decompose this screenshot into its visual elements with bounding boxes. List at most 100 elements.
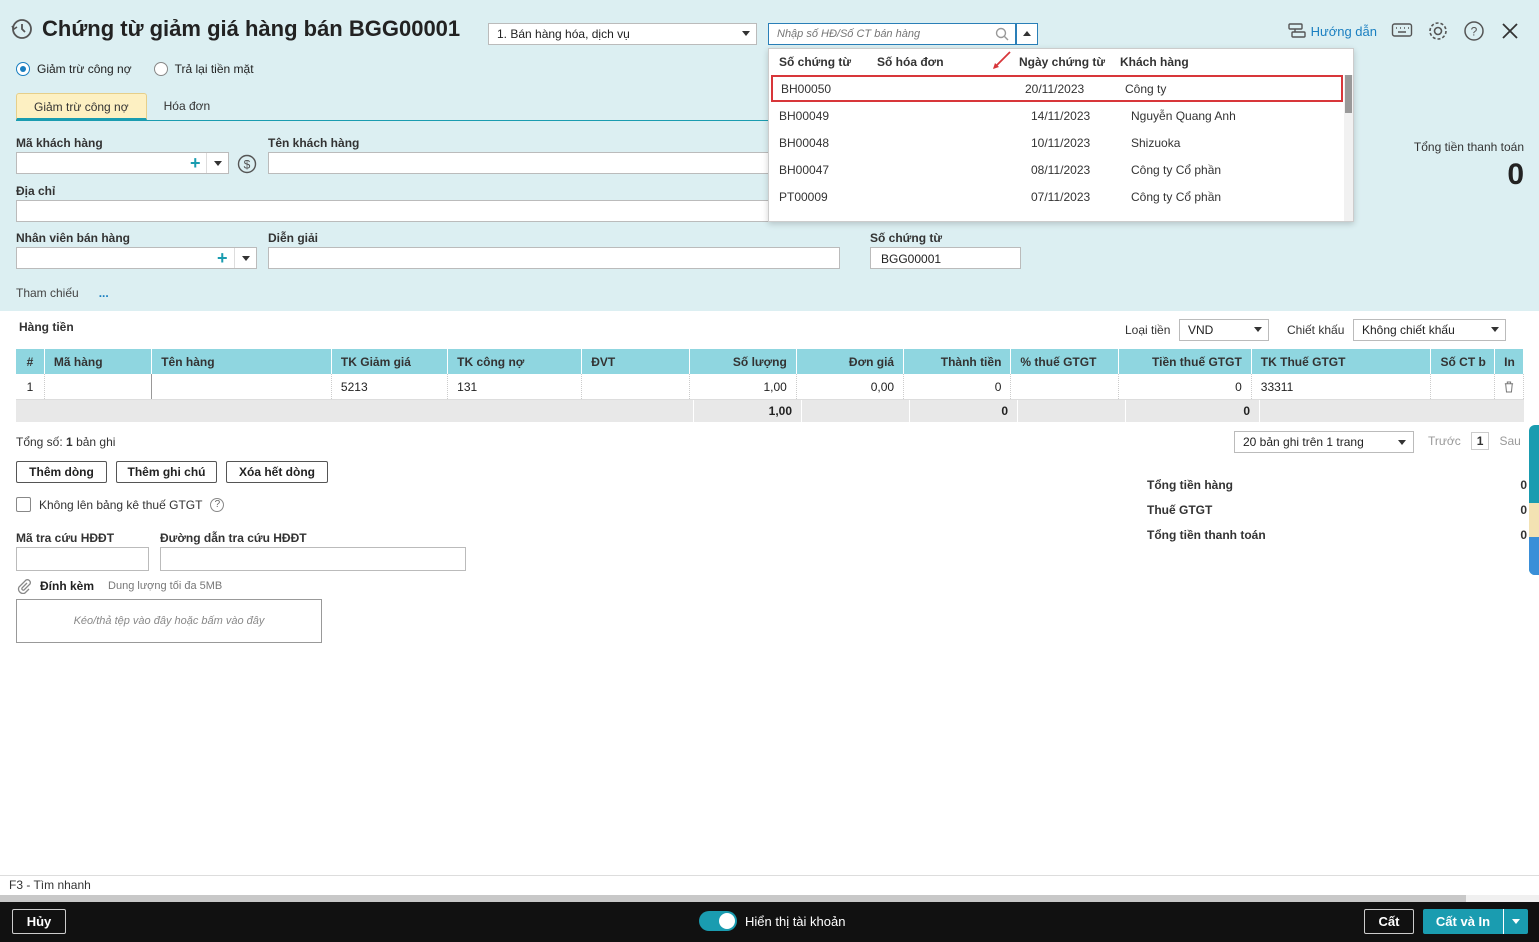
search-dropdown-toggle[interactable] <box>1016 23 1038 45</box>
cell-item-code[interactable] <box>45 374 153 399</box>
cancel-button[interactable]: Hủy <box>12 909 66 934</box>
vat-exclude-checkbox[interactable] <box>16 497 31 512</box>
voucher-no-label: Số chứng từ <box>870 231 943 245</box>
cell-debt-account[interactable]: 131 <box>448 374 583 399</box>
summary-spacer <box>802 400 910 422</box>
table-row[interactable]: 1 5213 131 1,00 0,00 0 0 33311 <box>16 374 1525 400</box>
cell-vat-account[interactable]: 33311 <box>1252 374 1432 399</box>
search-input[interactable] <box>777 28 987 40</box>
clear-rows-button[interactable]: Xóa hết dòng <box>226 461 328 483</box>
question-icon[interactable]: ? <box>210 497 225 512</box>
einvoice-url-label: Đường dẫn tra cứu HĐĐT <box>160 531 307 545</box>
radio-debt-reduction[interactable]: Giảm trừ công nợ <box>16 62 132 76</box>
salesperson-field[interactable]: + <box>16 247 257 269</box>
keyboard-icon[interactable] <box>1391 20 1413 42</box>
record-count-prefix: Tổng số: <box>16 435 63 449</box>
vat-exclude-label: Không lên bảng kê thuế GTGT <box>39 497 203 512</box>
voucher-type-select[interactable]: 1. Bán hàng hóa, dịch vụ <box>488 23 757 45</box>
col-voucher-ref: Số CT b <box>1431 349 1496 374</box>
red-arrow-annotation <box>993 51 1011 69</box>
history-icon[interactable] <box>10 17 34 41</box>
search-icon[interactable] <box>995 27 1009 41</box>
chevron-down-icon[interactable] <box>206 153 228 173</box>
page-size-select[interactable]: 20 bản ghi trên 1 trang <box>1234 431 1414 453</box>
side-panel-segment[interactable] <box>1529 503 1539 537</box>
dollar-icon[interactable]: $ <box>237 154 257 174</box>
add-icon[interactable]: + <box>217 249 228 267</box>
title-row: Chứng từ giảm giá hàng bán BGG00001 <box>10 16 460 42</box>
description-field[interactable] <box>268 247 840 269</box>
grid-summary-row: 1,00 0 0 <box>16 400 1524 422</box>
summary-spacer <box>16 400 694 422</box>
grand-total-label: Tổng tiền thanh toán <box>1147 527 1266 542</box>
currency-select[interactable]: VND <box>1179 319 1269 341</box>
file-drop-zone[interactable]: Kéo/thả tệp vào đây hoặc bấm vào đây <box>16 599 322 643</box>
reference-more-button[interactable]: ... <box>99 286 109 300</box>
close-icon[interactable] <box>1499 20 1521 42</box>
chevron-down-icon[interactable] <box>1503 909 1528 934</box>
add-row-button[interactable]: Thêm dòng <box>16 461 107 483</box>
dropdown-row[interactable]: BH00047 08/11/2023 Công ty Cổ phần <box>769 156 1353 183</box>
customer-name-field[interactable] <box>268 152 770 174</box>
total-goods-label: Tổng tiền hàng <box>1147 477 1233 492</box>
summary-vat: 0 <box>1126 400 1260 422</box>
items-grid: # Mã hàng Tên hàng TK Giảm giá TK công n… <box>16 349 1525 422</box>
radio-label: Trả lại tiền mặt <box>174 62 254 76</box>
save-print-button[interactable]: Cất và In <box>1423 909 1528 934</box>
side-panel-segment[interactable] <box>1529 537 1539 575</box>
help-link[interactable]: Hướng dẫn <box>1287 21 1377 41</box>
voucher-no-field[interactable]: BGG00001 <box>870 247 1021 269</box>
items-section-title: Hàng tiền <box>19 320 74 334</box>
radio-dot[interactable] <box>16 62 30 76</box>
total-goods-line: Tổng tiền hàng 0 <box>1147 472 1527 497</box>
dropdown-row[interactable]: BH00050 20/11/2023 Công ty <box>771 75 1343 102</box>
customer-code-field[interactable]: + <box>16 152 229 174</box>
dropdown-row[interactable]: PT00009 07/11/2023 Công ty Cổ phần <box>769 183 1353 210</box>
currency-label: Loại tiền <box>1125 323 1171 337</box>
cell-unit-price[interactable]: 0,00 <box>797 374 905 399</box>
address-field[interactable] <box>16 200 770 222</box>
cell-quantity[interactable]: 1,00 <box>690 374 797 399</box>
delete-row-button[interactable] <box>1495 374 1525 399</box>
sales-voucher-search[interactable] <box>768 23 1016 45</box>
total-payment-label: Tổng tiền thanh toán <box>1413 140 1524 154</box>
dropdown-row[interactable]: BH00048 10/11/2023 Shizuoka <box>769 129 1353 156</box>
record-count-value: 1 <box>66 435 73 449</box>
radio-cash-refund[interactable]: Trả lại tiền mặt <box>153 62 254 76</box>
help-icon[interactable]: ? <box>1463 20 1485 42</box>
dropdown-scrollbar[interactable] <box>1344 75 1353 221</box>
save-button[interactable]: Cất <box>1364 909 1414 934</box>
col-invoice-no: Số hóa đơn <box>877 55 944 69</box>
cell-discount-account[interactable]: 5213 <box>332 374 449 399</box>
add-note-button[interactable]: Thêm ghi chú <box>116 461 217 483</box>
horizontal-scrollbar[interactable] <box>0 895 1539 902</box>
dropdown-header: Số chứng từ Số hóa đơn Ngày chứng từ Khá… <box>769 49 1353 75</box>
gear-icon[interactable] <box>1427 20 1449 42</box>
chevron-down-icon[interactable] <box>234 248 256 268</box>
cell-item-name[interactable] <box>152 374 332 399</box>
col-vat-account: TK Thuế GTGT <box>1252 349 1432 374</box>
prev-page-button[interactable]: Trước <box>1428 434 1461 448</box>
einvoice-url-field[interactable] <box>160 547 466 571</box>
cell-amount[interactable]: 0 <box>904 374 1012 399</box>
col-item-code: Mã hàng <box>45 349 153 374</box>
chevron-up-icon <box>1023 31 1031 36</box>
cell-voucher-ref[interactable] <box>1431 374 1496 399</box>
tab-invoice[interactable]: Hóa đơn <box>147 93 228 120</box>
cell-voucher-no: BH00047 <box>779 162 830 177</box>
radio-dot[interactable] <box>153 62 168 76</box>
dropdown-row[interactable]: BH00049 14/11/2023 Nguyễn Quang Anh <box>769 102 1353 129</box>
summary-amount: 0 <box>910 400 1018 422</box>
add-icon[interactable]: + <box>190 154 201 172</box>
cell-unit[interactable] <box>582 374 690 399</box>
tab-debt-reduction[interactable]: Giảm trừ công nợ <box>16 93 147 120</box>
next-page-button[interactable]: Sau <box>1499 434 1520 448</box>
einvoice-code-field[interactable] <box>16 547 149 571</box>
cell-vat-rate[interactable] <box>1011 374 1119 399</box>
currency-value: VND <box>1188 323 1214 337</box>
cell-vat-amount[interactable]: 0 <box>1119 374 1252 399</box>
side-panel-tab[interactable] <box>1529 425 1539 575</box>
show-accounts-toggle[interactable] <box>699 911 737 931</box>
discount-select[interactable]: Không chiết khấu <box>1353 319 1506 341</box>
page-number[interactable]: 1 <box>1470 432 1490 450</box>
